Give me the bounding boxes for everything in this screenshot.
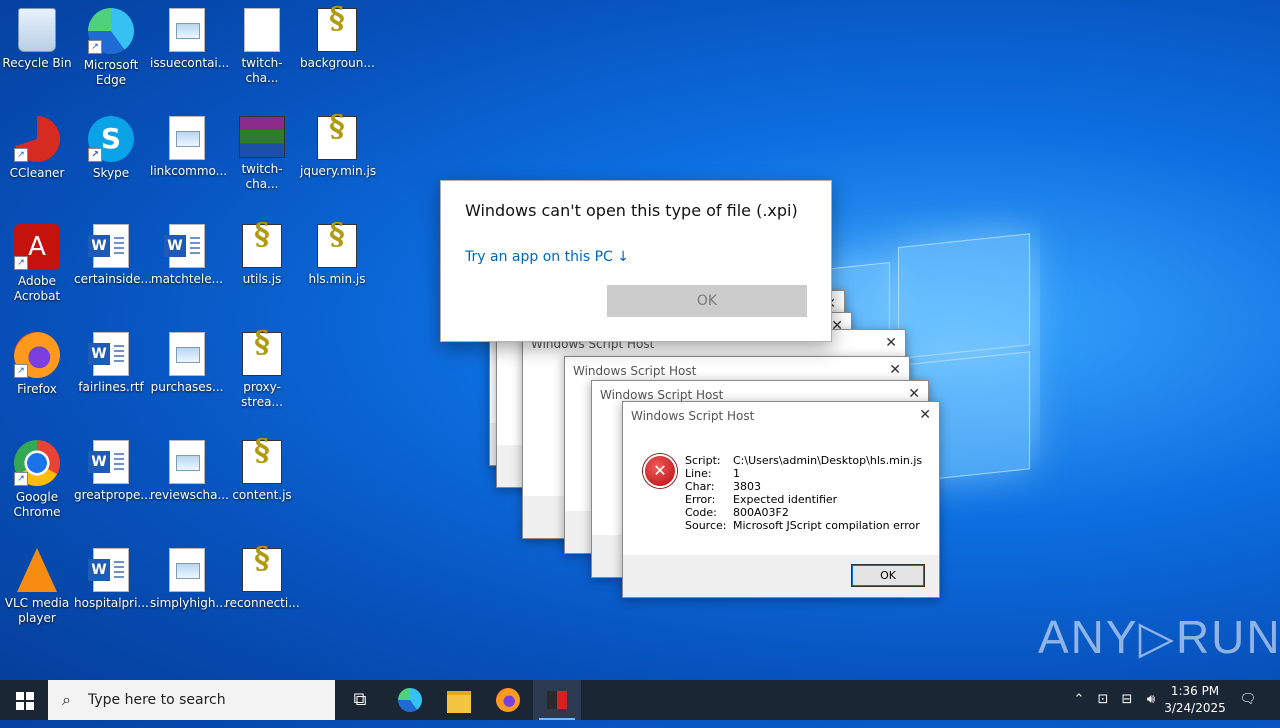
desktop-icon-js-hls[interactable]: hls.min.js [300, 220, 374, 287]
desktop-icon-js-proxy[interactable]: proxy-strea... [225, 328, 299, 410]
ok-button-disabled[interactable]: OK [607, 285, 807, 317]
start-button[interactable] [0, 680, 48, 720]
script-file-icon [242, 440, 282, 484]
search-placeholder: Type here to search [88, 692, 226, 708]
chevron-up-icon[interactable]: ⌃ [1068, 680, 1090, 720]
close-icon[interactable]: ✕ [919, 407, 931, 423]
wsh-error-dialog[interactable]: Windows Script Host ✕ ✕ Script: C:\Users\… [622, 401, 940, 598]
word-document-icon [88, 224, 129, 268]
blank-file-icon [244, 8, 280, 52]
image-file-icon [169, 8, 205, 52]
edge-taskbar-icon[interactable] [386, 680, 434, 720]
script-file-icon [242, 224, 282, 268]
ok-button[interactable]: OK [851, 564, 925, 587]
script-file-icon [317, 8, 357, 52]
desktop-icon-word-doc-4[interactable]: hospitalpri... [74, 544, 149, 611]
desktop-icon-word-doc-5[interactable]: matchtele... [150, 220, 224, 287]
taskbar-search-box[interactable]: ⌕ Type here to search [48, 680, 335, 720]
desktop-icon-recycle-bin[interactable]: Recycle Bin [0, 4, 74, 71]
desktop-icon-winrar-archive[interactable]: twitch-cha... [225, 112, 299, 192]
image-file-icon [169, 332, 205, 376]
vlc-cone-icon [17, 548, 57, 592]
desktop-icon-skype[interactable]: S ↗ Skype [74, 112, 148, 181]
error-icon: ✕ [643, 454, 677, 488]
taskbar-clock[interactable]: 1:36 PM 3/24/2025 [1158, 683, 1232, 717]
desktop-icon-firefox[interactable]: ↗ Firefox [0, 328, 74, 397]
desktop-icon-image-file-2[interactable]: linkcommo... [150, 112, 227, 179]
script-file-icon [317, 116, 357, 160]
wsh-taskbar-icon[interactable] [533, 680, 581, 720]
script-file-icon [242, 332, 282, 376]
close-icon[interactable]: ✕ [885, 335, 897, 351]
ccleaner-icon: ↗ [14, 116, 60, 162]
word-document-icon [88, 332, 129, 376]
close-icon[interactable]: ✕ [908, 386, 920, 402]
error-details: Script: C:\Users\admin\Desktop\hls.min.js… [685, 454, 923, 532]
desktop-icon-blank-file[interactable]: twitch-cha... [225, 4, 299, 86]
task-view-icon[interactable]: ⧉ [336, 680, 384, 720]
desktop-icon-ccleaner[interactable]: ↗ CCleaner [0, 112, 74, 181]
desktop-icon-image-file-4[interactable]: reviewscha... [150, 436, 229, 503]
desktop-icon-vlc[interactable]: VLC media player [0, 544, 74, 626]
open-with-dialog[interactable]: Windows can't open this type of file (.x… [440, 180, 832, 342]
clock-date: 3/24/2025 [1164, 701, 1226, 715]
desktop-icon-image-file-3[interactable]: purchases... [150, 328, 224, 395]
desktop-icon-image-file-1[interactable]: issuecontai... [150, 4, 229, 71]
windows-logo-icon [16, 692, 24, 700]
firefox-icon: ↗ [14, 332, 60, 378]
notifications-icon[interactable]: 🗨︎ [1234, 680, 1262, 720]
desktop-icon-microsoft-edge[interactable]: ↗ Microsoft Edge [74, 4, 148, 88]
edge-icon: ↗ [88, 8, 134, 54]
try-app-link[interactable]: Try an app on this PC ↓ [465, 249, 629, 265]
search-icon: ⌕ [62, 690, 71, 709]
image-file-icon [169, 440, 205, 484]
desktop-icon-js-jquery[interactable]: jquery.min.js [300, 112, 376, 179]
network-icon[interactable]: ⊟ [1116, 680, 1138, 720]
firefox-taskbar-icon[interactable] [484, 680, 532, 720]
image-file-icon [169, 116, 205, 160]
script-file-icon [317, 224, 357, 268]
skype-icon: S ↗ [88, 116, 134, 162]
taskbar: ⌕ Type here to search ⧉ ⌃ ⊡ ⊟ 🔊︎ 1:36 PM… [0, 680, 1280, 720]
anyrun-watermark: ANY▷RUN [1038, 611, 1280, 663]
network-device-icon[interactable]: ⊡ [1092, 680, 1114, 720]
desktop-icon-js-background[interactable]: backgroun... [300, 4, 375, 71]
desktop-icon-js-utils[interactable]: utils.js [225, 220, 299, 287]
file-explorer-icon[interactable] [435, 680, 483, 720]
desktop-icon-google-chrome[interactable]: ↗ Google Chrome [0, 436, 74, 520]
desktop-icon-word-doc-3[interactable]: greatprope... [74, 436, 152, 503]
desktop-icon-word-doc-1[interactable]: certainside... [74, 220, 152, 287]
dialog-title: Windows Script Host [631, 409, 755, 423]
acrobat-icon: A ↗ [14, 224, 60, 270]
desktop-icon-js-reconnect[interactable]: reconnecti... [225, 544, 300, 611]
desktop-icon-word-doc-2[interactable]: fairlines.rtf [74, 328, 148, 395]
desktop-icon-js-content[interactable]: content.js [225, 436, 299, 503]
script-file-icon [242, 548, 282, 592]
clock-time: 1:36 PM [1170, 684, 1220, 698]
dialog-heading: Windows can't open this type of file (.x… [465, 201, 798, 220]
image-file-icon [169, 548, 205, 592]
recycle-bin-icon [18, 8, 56, 52]
chrome-icon: ↗ [14, 440, 60, 486]
winrar-archive-icon [239, 116, 285, 158]
word-document-icon [164, 224, 205, 268]
desktop-icon-image-file-5[interactable]: simplyhigh... [150, 544, 227, 611]
close-icon[interactable]: ✕ [889, 362, 901, 378]
desktop-icon-adobe-acrobat[interactable]: A ↗ Adobe Acrobat [0, 220, 74, 304]
word-document-icon [88, 548, 129, 592]
word-document-icon [88, 440, 129, 484]
